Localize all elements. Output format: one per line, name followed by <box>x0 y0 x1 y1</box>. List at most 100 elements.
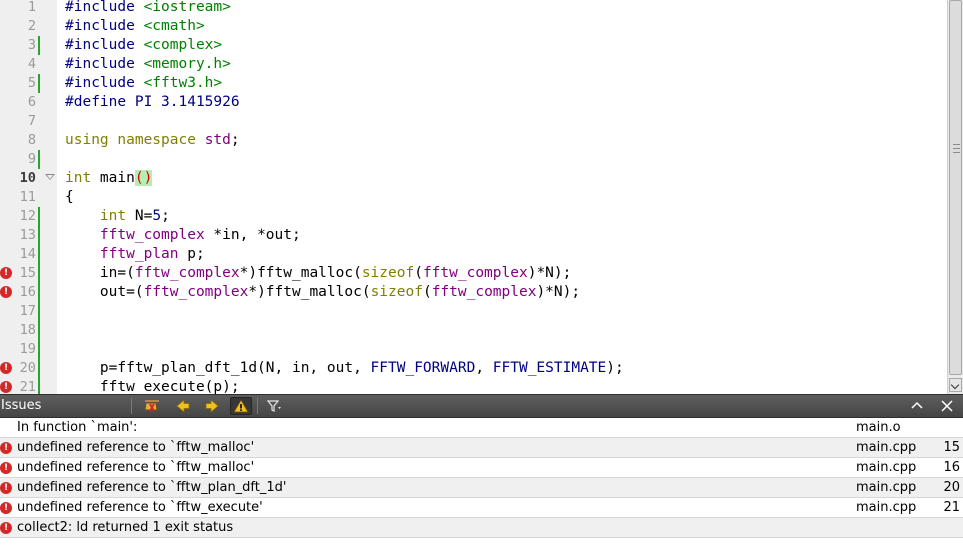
code-text[interactable]: in=(fftw_complex*)fftw_malloc(sizeof(fft… <box>65 264 571 283</box>
code-line[interactable]: !3#include <complex> <box>0 36 947 55</box>
editor-vertical-scrollbar[interactable] <box>947 0 963 394</box>
line-number: 18 <box>19 322 36 338</box>
code-line[interactable]: ! 20 p=fftw_plan_dft_1d(N, in, out, FFTW_… <box>0 359 947 378</box>
issue-row[interactable]: ! undefined reference to `fftw_malloc' mai… <box>0 438 963 458</box>
code-token: *)fftw_malloc( <box>248 284 371 300</box>
code-token: #include <box>65 0 144 15</box>
code-token: <memory.h> <box>143 56 231 72</box>
code-text[interactable]: out=(fftw_complex*)fftw_malloc(sizeof(ff… <box>65 283 580 302</box>
scrollbar-grip-icon <box>953 144 960 153</box>
issue-message: In function `main': <box>17 420 138 435</box>
clean-issues-button[interactable] <box>141 397 163 415</box>
code-line[interactable]: !2#include <cmath> <box>0 17 947 36</box>
code-text[interactable]: #define PI 3.1415926 <box>65 93 240 112</box>
broom-icon <box>144 400 159 412</box>
code-token: <cmath> <box>143 18 205 34</box>
toolbar-separator <box>257 398 258 414</box>
code-token: ( <box>422 284 432 300</box>
code-line[interactable]: !7 <box>0 112 947 131</box>
change-marker <box>38 321 40 340</box>
code-token: FFTW_ESTIMATE <box>492 360 607 376</box>
fold-toggle-icon[interactable] <box>45 174 55 180</box>
code-line[interactable]: ! 16 out=(fftw_complex*)fftw_malloc(sizeo… <box>0 283 947 302</box>
code-token: sizeof <box>370 284 423 300</box>
code-editor[interactable]: !1#include <iostream>!2#include <cmath>!… <box>0 0 963 394</box>
issue-message: collect2: ld returned 1 exit status <box>17 520 234 535</box>
code-line[interactable]: !8using namespace std; <box>0 131 947 150</box>
code-text[interactable]: p=fftw_plan_dft_1d(N, in, out, FFTW_FORW… <box>65 359 624 378</box>
code-token: fftw_complex <box>422 265 528 281</box>
code-text[interactable]: fftw_execute(p); <box>65 378 240 394</box>
arrow-left-icon <box>176 399 190 413</box>
code-token: () <box>134 170 153 186</box>
code-text[interactable]: #include <cmath> <box>65 17 205 36</box>
close-pane-button[interactable] <box>936 397 958 415</box>
code-line[interactable]: !10int main() <box>0 169 947 188</box>
filter-issues-button[interactable] <box>264 397 286 415</box>
code-line[interactable]: !18 <box>0 321 947 340</box>
code-token: *in, *out; <box>204 227 301 243</box>
code-line[interactable]: !14 fftw_plan p; <box>0 245 947 264</box>
issue-message: undefined reference to `fftw_plan_dft_1d… <box>17 480 287 495</box>
issue-file: main.cpp <box>856 440 917 455</box>
code-line[interactable]: !11{ <box>0 188 947 207</box>
code-text[interactable]: int N=5; <box>65 207 170 226</box>
show-warnings-toggle[interactable] <box>230 397 252 415</box>
line-number: 13 <box>19 227 36 243</box>
code-token: int <box>65 170 92 186</box>
code-token: int <box>99 208 127 224</box>
issue-row[interactable]: ! collect2: ld returned 1 exit status <box>0 518 963 538</box>
code-line[interactable]: !9 <box>0 150 947 169</box>
code-token: p; <box>178 246 205 262</box>
issue-row[interactable]: ! undefined reference to `fftw_malloc' mai… <box>0 458 963 478</box>
maximize-pane-button[interactable] <box>906 397 928 415</box>
issues-list[interactable]: In function `main': main.o! undefined refe… <box>0 418 963 548</box>
code-token: FFTW_FORWARD <box>370 360 476 376</box>
code-text[interactable]: #include <memory.h> <box>65 55 231 74</box>
issue-message: undefined reference to `fftw_execute' <box>17 500 263 515</box>
code-token: { <box>65 189 74 205</box>
code-text[interactable]: #include <complex> <box>65 36 222 55</box>
code-line[interactable]: !19 <box>0 340 947 359</box>
code-token: in=( <box>65 265 135 281</box>
code-line[interactable]: !4#include <memory.h> <box>0 55 947 74</box>
code-token: std <box>204 132 231 148</box>
next-issue-button[interactable] <box>201 397 223 415</box>
change-marker <box>38 378 40 394</box>
code-text[interactable]: int main() <box>65 169 153 188</box>
code-token: <complex> <box>143 37 223 53</box>
code-text[interactable]: #include <fftw3.h> <box>65 74 222 93</box>
scrollbar-thumb[interactable] <box>949 0 962 375</box>
previous-issue-button[interactable] <box>172 397 194 415</box>
issue-row[interactable]: ! undefined reference to `fftw_execute' ma… <box>0 498 963 518</box>
code-line[interactable]: !13 fftw_complex *in, *out; <box>0 226 947 245</box>
issue-file: main.cpp <box>856 460 917 475</box>
code-line[interactable]: !6#define PI 3.1415926 <box>0 93 947 112</box>
code-text[interactable]: using namespace std; <box>65 131 240 150</box>
code-text[interactable]: { <box>65 188 74 207</box>
change-marker <box>38 226 40 245</box>
code-line[interactable]: ! 15 in=(fftw_complex*)fftw_malloc(sizeof… <box>0 264 947 283</box>
code-line[interactable]: !5#include <fftw3.h> <box>0 74 947 93</box>
issue-row[interactable]: ! undefined reference to `fftw_plan_dft_1… <box>0 478 963 498</box>
issues-pane-title: Issues <box>1 398 42 413</box>
code-line[interactable]: !12 int N=5; <box>0 207 947 226</box>
code-line[interactable]: ! 21 fftw_execute(p); <box>0 378 947 394</box>
code-token: main <box>91 170 135 186</box>
line-number: 3 <box>27 37 36 53</box>
error-icon: ! <box>0 442 12 454</box>
scroll-down-arrow-icon[interactable] <box>949 378 962 392</box>
line-number: 7 <box>27 113 36 129</box>
code-line[interactable]: !1#include <iostream> <box>0 0 947 17</box>
code-text[interactable]: #include <iostream> <box>65 0 231 17</box>
code-line[interactable]: !17 <box>0 302 947 321</box>
code-text[interactable]: fftw_plan p; <box>65 245 205 264</box>
code-token: <fftw3.h> <box>143 75 223 91</box>
issue-row[interactable]: In function `main': main.o <box>0 418 963 438</box>
issue-file: main.o <box>856 420 901 435</box>
issue-file: main.cpp <box>856 480 917 495</box>
code-text[interactable]: fftw_complex *in, *out; <box>65 226 301 245</box>
code-token: out=( <box>65 284 144 300</box>
code-token: )*N); <box>536 284 581 300</box>
